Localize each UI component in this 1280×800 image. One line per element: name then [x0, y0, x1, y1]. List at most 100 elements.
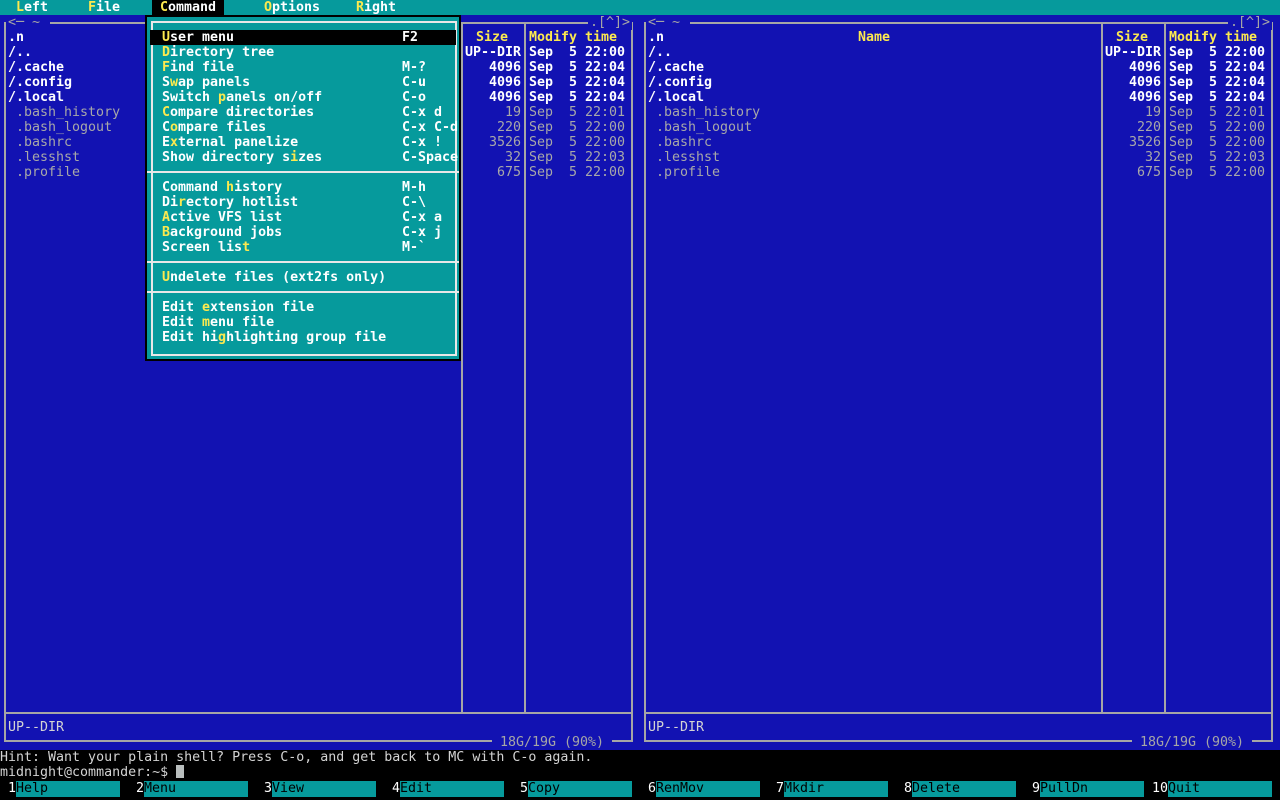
fkey-3-view[interactable]: 3 View: [256, 781, 384, 797]
terminal-cursor: [176, 765, 185, 778]
file-mtime: Sep 5 22:00: [529, 120, 626, 135]
disk-usage: 18G/19G (90%): [1132, 735, 1252, 750]
mini-status: UP--DIR: [8, 720, 65, 735]
file-name: /.cache: [8, 60, 65, 75]
panel-controls[interactable]: .[^]>: [1228, 15, 1273, 30]
menubar-item-left[interactable]: Left: [16, 0, 48, 15]
file-row[interactable]: /.config 4096 Sep 5 22:04: [642, 75, 1278, 90]
file-name: /.local: [648, 90, 705, 105]
column-header-mtime[interactable]: Modify time: [529, 30, 617, 45]
current-path: ~: [32, 15, 49, 30]
fkey-5-copy[interactable]: 5 Copy: [512, 781, 640, 797]
file-name: .bashrc: [8, 135, 73, 150]
file-size: 3526: [1128, 135, 1161, 150]
column-header-size[interactable]: Size: [462, 30, 522, 45]
menu-item-directory-tree[interactable]: Directory tree: [150, 45, 456, 60]
panel-controls[interactable]: .[^]>: [588, 15, 633, 30]
file-mtime: Sep 5 22:04: [529, 60, 626, 75]
file-mtime: Sep 5 22:00: [1169, 165, 1266, 180]
menu-item-background-jobs[interactable]: Background jobs C-x j: [150, 225, 456, 240]
menu-item-edit-menu-file[interactable]: Edit menu file: [150, 315, 456, 330]
file-mtime: Sep 5 22:03: [529, 150, 626, 165]
file-mtime: Sep 5 22:04: [529, 75, 626, 90]
file-row[interactable]: .lesshst 32 Sep 5 22:03: [642, 150, 1278, 165]
file-mtime: Sep 5 22:01: [529, 105, 626, 120]
menu-item-find-file[interactable]: Find file M-?: [150, 60, 456, 75]
file-size: UP--DIR: [1104, 45, 1161, 60]
column-header-mtime[interactable]: Modify time: [1169, 30, 1257, 45]
file-name: .bash_history: [8, 105, 121, 120]
mini-status: UP--DIR: [648, 720, 705, 735]
menubar: Left File Command Options Right: [0, 0, 1280, 15]
menu-item-active-vfs-list[interactable]: Active VFS list C-x a: [150, 210, 456, 225]
file-name: /..: [648, 45, 673, 60]
file-row[interactable]: .bash_logout 220 Sep 5 22:00: [642, 120, 1278, 135]
menu-item-switch-panels-on-off[interactable]: Switch panels on/off C-o: [150, 90, 456, 105]
fkey-7-mkdir[interactable]: 7 Mkdir: [768, 781, 896, 797]
menu-item-directory-hotlist[interactable]: Directory hotlist C-\: [150, 195, 456, 210]
shortcut: M-`: [402, 240, 427, 255]
file-name: .profile: [8, 165, 81, 180]
history-back-icon[interactable]: <─: [648, 15, 672, 30]
file-row[interactable]: /.. UP--DIR Sep 5 22:00: [642, 45, 1278, 60]
fkey-6-renmov[interactable]: 6 RenMov: [640, 781, 768, 797]
menubar-item-right[interactable]: Right: [356, 0, 396, 15]
shortcut: C-o: [402, 90, 427, 105]
file-row[interactable]: .bashrc 3526 Sep 5 22:00: [642, 135, 1278, 150]
file-row[interactable]: /.cache 4096 Sep 5 22:04: [642, 60, 1278, 75]
fkey-1-help[interactable]: 1 Help: [0, 781, 128, 797]
file-name: .bash_history: [648, 105, 761, 120]
file-mtime: Sep 5 22:04: [1169, 60, 1266, 75]
menu-item-compare-directories[interactable]: Compare directories C-x d: [150, 105, 456, 120]
file-name: .bash_logout: [8, 120, 113, 135]
fkey-9-pulldn[interactable]: 9 PullDn: [1024, 781, 1152, 797]
shell-prompt[interactable]: midnight@commander:~$: [0, 765, 185, 780]
menu-item-external-panelize[interactable]: External panelize C-x !: [150, 135, 456, 150]
file-row[interactable]: .profile 675 Sep 5 22:00: [642, 165, 1278, 180]
shortcut: C-x a: [402, 210, 443, 225]
menu-item-edit-highlighting-group-file[interactable]: Edit highlighting group file: [150, 330, 456, 345]
file-mtime: Sep 5 22:00: [1169, 120, 1266, 135]
file-mtime: Sep 5 22:04: [1169, 75, 1266, 90]
fkey-10-quit[interactable]: 10 Quit: [1152, 781, 1280, 797]
file-mtime: Sep 5 22:00: [529, 45, 626, 60]
menu-item-show-directory-sizes[interactable]: Show directory sizes C-Space: [150, 150, 458, 165]
file-mtime: Sep 5 22:01: [1169, 105, 1266, 120]
file-size: 675: [1136, 165, 1161, 180]
menubar-item-file[interactable]: File: [88, 0, 120, 15]
file-row[interactable]: .bash_history 19 Sep 5 22:01: [642, 105, 1278, 120]
menubar-item-command[interactable]: Command: [152, 0, 225, 15]
panel-path[interactable]: <─ ~: [646, 15, 691, 30]
menu-item-undelete-files[interactable]: Undelete files (ext2fs only): [150, 270, 456, 285]
fkey-2-menu[interactable]: 2 Menu: [128, 781, 256, 797]
shortcut: C-x !: [402, 135, 443, 150]
fkey-8-delete[interactable]: 8 Delete: [896, 781, 1024, 797]
panel-path[interactable]: <─ ~: [6, 15, 51, 30]
fkey-4-edit[interactable]: 4 Edit: [384, 781, 512, 797]
menu-item-command-history[interactable]: Command history M-h: [150, 180, 456, 195]
file-name: .lesshst: [648, 150, 721, 165]
menu-item-swap-panels[interactable]: Swap panels C-u: [150, 75, 456, 90]
file-name: .bashrc: [648, 135, 713, 150]
file-name: .lesshst: [8, 150, 81, 165]
ministatus-separator: [646, 712, 1273, 714]
file-name: /.config: [648, 75, 713, 90]
menu-item-compare-files[interactable]: Compare files C-x C-d: [150, 120, 459, 135]
disk-usage: 18G/19G (90%): [492, 735, 612, 750]
menu-item-edit-extension-file[interactable]: Edit extension file: [150, 300, 456, 315]
menu-separator: [147, 261, 459, 263]
menu-item-screen-list[interactable]: Screen list M-`: [150, 240, 456, 255]
column-header-size[interactable]: Size: [1102, 30, 1162, 45]
current-path: ~: [672, 15, 689, 30]
menubar-item-options[interactable]: Options: [264, 0, 320, 15]
file-size: 4096: [1128, 75, 1161, 90]
file-row[interactable]: /.local 4096 Sep 5 22:04: [642, 90, 1278, 105]
history-back-icon[interactable]: <─: [8, 15, 32, 30]
hint-line: Hint: Want your plain shell? Press C-o, …: [0, 750, 593, 765]
file-name: /.cache: [648, 60, 705, 75]
column-header-name[interactable]: Name: [648, 30, 1100, 45]
file-mtime: Sep 5 22:00: [1169, 135, 1266, 150]
file-size: 32: [1144, 150, 1161, 165]
shortcut: C-x C-d: [402, 120, 459, 135]
menu-item-user-menu[interactable]: User menu F2: [150, 30, 456, 45]
